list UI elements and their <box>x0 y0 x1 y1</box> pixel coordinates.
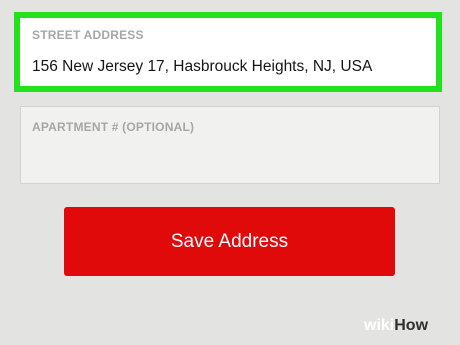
street-address-value[interactable]: 156 New Jersey 17, Hasbrouck Heights, NJ… <box>32 58 436 76</box>
wikihow-watermark: wikiHow <box>364 318 428 334</box>
apartment-field[interactable]: APARTMENT # (OPTIONAL) <box>20 106 440 184</box>
street-address-label: STREET ADDRESS <box>32 28 144 42</box>
save-address-button[interactable]: Save Address <box>64 207 395 276</box>
apartment-label: APARTMENT # (OPTIONAL) <box>32 120 195 134</box>
watermark-how: How <box>394 317 429 334</box>
street-address-field[interactable]: STREET ADDRESS 156 New Jersey 17, Hasbro… <box>14 12 442 92</box>
watermark-wiki: wiki <box>364 317 395 334</box>
save-address-label: Save Address <box>170 230 289 252</box>
